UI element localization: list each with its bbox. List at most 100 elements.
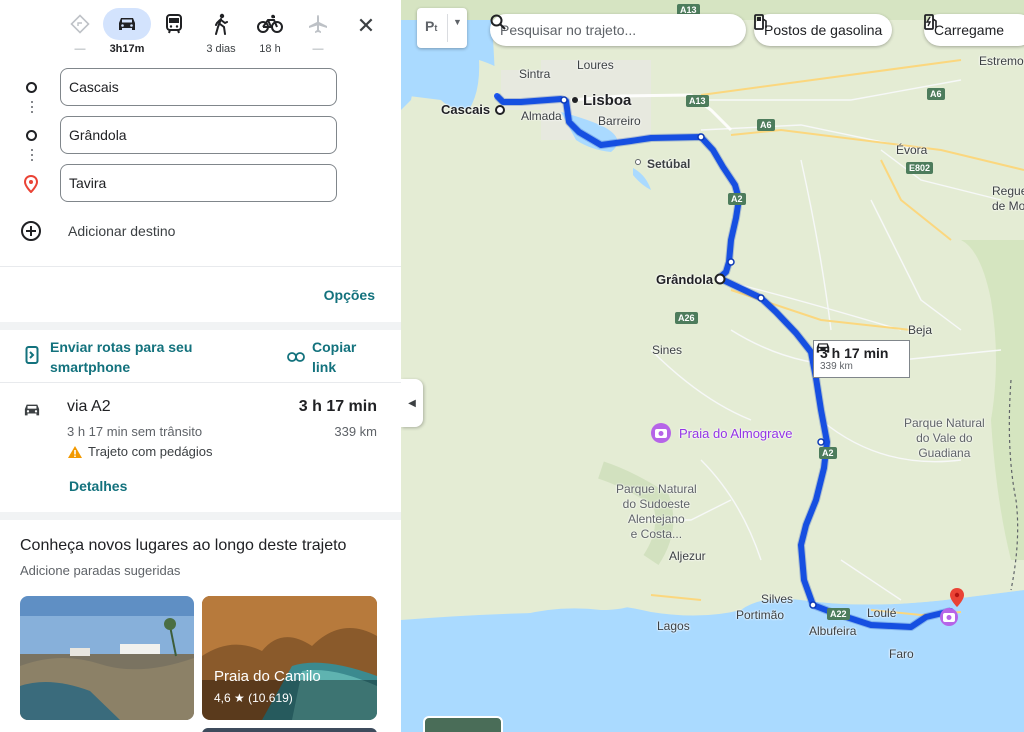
route-details-button[interactable]: Detalhes bbox=[69, 478, 127, 494]
map-label-town: Almada bbox=[521, 109, 562, 123]
map-label-town: Barreiro bbox=[598, 114, 641, 128]
search-along-route-input[interactable]: Pesquisar no trajeto... bbox=[490, 14, 746, 46]
travel-mode-bar: — 3h17m 3 dias 18 h — ✕ bbox=[0, 0, 401, 66]
route-no-traffic: 3 h 17 min sem trânsito bbox=[67, 424, 203, 439]
waypoint-input[interactable]: Grândola bbox=[60, 116, 337, 154]
destination-pin-icon bbox=[23, 174, 39, 198]
divider bbox=[0, 322, 401, 330]
add-destination-label: Adicionar destino bbox=[68, 223, 176, 239]
map-layers-button[interactable]: Pt ▼ bbox=[417, 8, 467, 48]
map-label-town: Beja bbox=[908, 323, 933, 337]
mode-bicycle[interactable]: 18 h bbox=[246, 8, 294, 60]
close-icon: ✕ bbox=[356, 13, 376, 38]
map-label-town: Lagos bbox=[657, 619, 690, 633]
route-callout[interactable]: 3 h 17 min 339 km bbox=[813, 340, 910, 378]
origin-dot-icon bbox=[26, 82, 37, 93]
map-label-town: Loures bbox=[577, 58, 614, 72]
map-label-town: Regue bbox=[992, 184, 1024, 198]
gas-stations-chip[interactable]: Postos de gasolina bbox=[754, 14, 893, 46]
map-type-thumbnail[interactable] bbox=[423, 716, 503, 732]
suggestions-title: Conheça novos lugares ao longo deste tra… bbox=[20, 537, 347, 554]
place-photo bbox=[20, 596, 194, 720]
chevron-left-icon: ◀ bbox=[408, 397, 416, 409]
charging-stations-chip[interactable]: Carregame bbox=[924, 14, 1024, 46]
road-shield: A13 bbox=[686, 95, 709, 107]
road-shield: A22 bbox=[827, 608, 850, 620]
search-placeholder: Pesquisar no trajeto... bbox=[500, 22, 637, 38]
route-distance: 339 km bbox=[334, 424, 377, 439]
map-label-town: Setúbal bbox=[647, 157, 691, 171]
mode-bicycle-label: 18 h bbox=[259, 43, 281, 55]
suggestion-card-next[interactable] bbox=[202, 728, 377, 732]
send-to-phone-icon bbox=[25, 346, 39, 369]
car-icon bbox=[22, 402, 42, 423]
toll-warning: Trajeto com pedágios bbox=[67, 444, 213, 459]
map-label-town: Sines bbox=[652, 343, 683, 357]
map-label-town: Sintra bbox=[519, 67, 551, 81]
close-directions-button[interactable]: ✕ bbox=[352, 12, 380, 40]
divider bbox=[0, 266, 401, 267]
collapse-panel-button[interactable]: ◀ bbox=[401, 379, 423, 427]
add-circle-icon bbox=[21, 221, 41, 241]
map-label-city: Lisboa bbox=[583, 92, 632, 109]
road-shield: A6 bbox=[757, 119, 775, 131]
map-label-town: Estremo bbox=[979, 54, 1024, 68]
map-label-city: Grândola bbox=[656, 272, 714, 287]
suggestion-card[interactable] bbox=[20, 596, 194, 720]
map-poi-label[interactable]: Praia do Almograve bbox=[679, 426, 792, 441]
map-label-town: Portimão bbox=[736, 608, 785, 622]
road-shield: A2 bbox=[728, 193, 746, 205]
suggestion-card[interactable]: Praia do Camilo 4,6 ★ (10.619) bbox=[202, 596, 377, 720]
copy-link-button[interactable]: Copiar link bbox=[312, 337, 382, 377]
divider bbox=[0, 512, 401, 520]
map-label-town: Aljezur bbox=[669, 549, 706, 563]
options-button[interactable]: Opções bbox=[324, 287, 375, 303]
callout-distance: 339 km bbox=[820, 361, 853, 372]
toll-warning-text: Trajeto com pedágios bbox=[88, 444, 213, 459]
route-duration: 3 h 17 min bbox=[298, 398, 377, 415]
map-park-label: Parque Natural do Vale do Guadiana bbox=[904, 416, 985, 460]
destination-input[interactable]: Tavira bbox=[60, 164, 337, 202]
send-to-phone-link[interactable]: Enviar rotas para seu smartphone bbox=[50, 337, 230, 377]
ev-charger-icon bbox=[924, 14, 937, 30]
warning-icon bbox=[68, 445, 82, 458]
map-label-town: Faro bbox=[889, 647, 914, 661]
search-icon bbox=[490, 14, 506, 30]
map-label-town: de Mo bbox=[992, 199, 1024, 213]
chevron-down-icon: ▼ bbox=[453, 17, 462, 27]
mode-flight[interactable]: — bbox=[294, 8, 342, 60]
map-park-label: Parque Natural do Sudoeste Alentejano e … bbox=[616, 482, 697, 541]
route-dots-icon bbox=[31, 149, 33, 164]
route-title: via A2 bbox=[67, 398, 111, 415]
route-dots-icon bbox=[31, 101, 33, 116]
road-shield: A26 bbox=[675, 312, 698, 324]
map-label-town: Loulé bbox=[867, 606, 897, 620]
road-shield: E802 bbox=[906, 162, 934, 174]
map-label-town: Évora bbox=[896, 143, 928, 157]
link-icon bbox=[287, 349, 305, 367]
car-icon bbox=[816, 343, 830, 353]
suggestion-name: Praia do Camilo bbox=[214, 668, 321, 685]
road-shield: A6 bbox=[927, 88, 945, 100]
origin-input[interactable]: Cascais bbox=[60, 68, 337, 106]
map-base bbox=[401, 0, 1024, 732]
mode-car[interactable]: 3h17m bbox=[103, 8, 151, 60]
map-label-city: Cascais bbox=[441, 102, 491, 117]
walk-icon bbox=[197, 8, 245, 40]
traffic-layer-icon: Pt bbox=[425, 18, 438, 34]
transit-icon bbox=[150, 8, 198, 40]
mode-walk[interactable]: 3 dias bbox=[197, 8, 245, 60]
suggestion-rating: 4,6 ★ (10.619) bbox=[214, 691, 293, 705]
suggestions-subtitle: Adicione paradas sugeridas bbox=[20, 563, 181, 578]
add-destination-button[interactable]: Adicionar destino bbox=[20, 220, 175, 242]
mode-transit[interactable] bbox=[150, 8, 198, 60]
map-canvas[interactable]: A13 A13 A6 A6 E802 A2 A26 A2 A22 Cascais… bbox=[401, 0, 1024, 732]
divider bbox=[0, 382, 401, 383]
mode-best-route[interactable]: — bbox=[56, 8, 104, 60]
map-label-town: Silves bbox=[761, 592, 794, 606]
flight-icon bbox=[294, 8, 342, 40]
bicycle-icon bbox=[246, 8, 294, 40]
gas-station-icon bbox=[754, 14, 767, 30]
road-shield: A2 bbox=[819, 447, 837, 459]
directions-panel: — 3h17m 3 dias 18 h — ✕ Cascais Grândola… bbox=[0, 0, 402, 732]
